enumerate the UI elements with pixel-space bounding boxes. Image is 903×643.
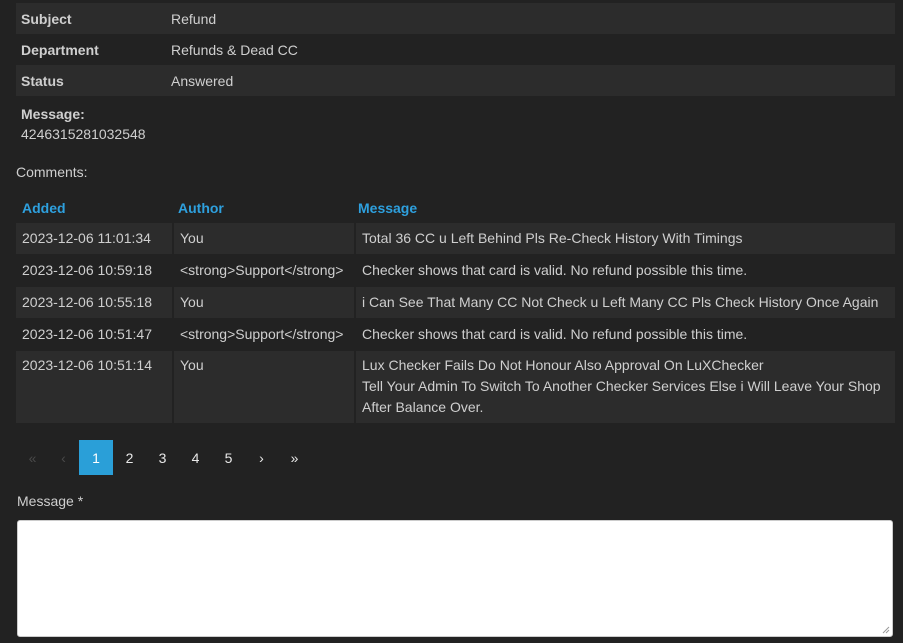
pagination: « ‹ 1 2 3 4 5 › »	[17, 440, 311, 475]
comments-table: Added Author Message 2023-12-06 11:01:34…	[16, 192, 895, 424]
comment-message-line: Tell Your Admin To Switch To Another Che…	[362, 378, 881, 394]
table-row: 2023-12-06 11:01:34 You Total 36 CC u Le…	[16, 223, 895, 255]
header-author[interactable]: Author	[172, 200, 352, 216]
comment-message: i Can See That Many CC Not Check u Left …	[354, 287, 895, 318]
ticket-message-block: Message: 4246315281032548	[21, 104, 146, 145]
page-button-3[interactable]: 3	[146, 440, 179, 475]
table-row: 2023-12-06 10:59:18 <strong>Support</str…	[16, 255, 895, 287]
reply-message-label: Message *	[17, 493, 84, 509]
prev-page-button: ‹	[61, 449, 66, 466]
status-value: Answered	[171, 72, 234, 89]
table-row: 2023-12-06 10:55:18 You i Can See That M…	[16, 287, 895, 319]
department-value: Refunds & Dead CC	[171, 41, 298, 58]
comments-header-row: Added Author Message	[16, 192, 895, 223]
ticket-message-label: Message:	[21, 106, 85, 122]
comment-added: 2023-12-06 10:55:18	[22, 294, 152, 310]
page-button-2[interactable]: 2	[113, 440, 146, 475]
ticket-message-value: 4246315281032548	[21, 126, 146, 142]
status-key: Status	[21, 72, 64, 89]
comment-author: <strong>Support</strong>	[172, 319, 354, 350]
reply-message-textarea[interactable]	[17, 520, 893, 637]
next-page-button[interactable]: ›	[245, 440, 278, 475]
table-row: 2023-12-06 10:51:47 <strong>Support</str…	[16, 319, 895, 351]
comment-message: Lux Checker Fails Do Not Honour Also App…	[354, 351, 895, 423]
ticket-status-row: Status Answered	[16, 65, 895, 96]
comment-message: Checker shows that card is valid. No ref…	[354, 319, 895, 350]
subject-key: Subject	[21, 10, 72, 27]
comment-added: 2023-12-06 10:51:14	[22, 357, 152, 373]
page-button-4[interactable]: 4	[179, 440, 212, 475]
department-key: Department	[21, 41, 99, 58]
page-button-5[interactable]: 5	[212, 440, 245, 475]
header-added[interactable]: Added	[16, 200, 172, 216]
page-button-1[interactable]: 1	[79, 440, 113, 475]
comment-message-line: Lux Checker Fails Do Not Honour Also App…	[362, 357, 764, 373]
subject-value: Refund	[171, 10, 217, 27]
comment-added: 2023-12-06 11:01:34	[22, 230, 151, 246]
comment-message-line: After Balance Over.	[362, 399, 484, 415]
comment-author: You	[172, 351, 354, 423]
comment-added: 2023-12-06 10:51:47	[22, 326, 152, 342]
ticket-subject-row: Subject Refund	[16, 3, 895, 34]
ticket-info-table: Subject Refund Department Refunds & Dead…	[16, 3, 895, 96]
comments-label: Comments:	[16, 164, 88, 180]
last-page-button[interactable]: »	[278, 440, 311, 475]
comment-message: Total 36 CC u Left Behind Pls Re-Check H…	[354, 223, 895, 254]
comment-author: <strong>Support</strong>	[172, 255, 354, 286]
first-page-button: «	[28, 449, 37, 466]
ticket-department-row: Department Refunds & Dead CC	[16, 34, 895, 65]
comment-added: 2023-12-06 10:59:18	[22, 262, 152, 278]
comment-message: Checker shows that card is valid. No ref…	[354, 255, 895, 286]
comment-author: You	[172, 223, 354, 254]
ticket-view: Subject Refund Department Refunds & Dead…	[0, 0, 903, 643]
comment-author: You	[172, 287, 354, 318]
table-row: 2023-12-06 10:51:14 You Lux Checker Fail…	[16, 351, 895, 424]
header-message[interactable]: Message	[352, 200, 895, 216]
resize-grip-icon[interactable]	[882, 626, 890, 634]
